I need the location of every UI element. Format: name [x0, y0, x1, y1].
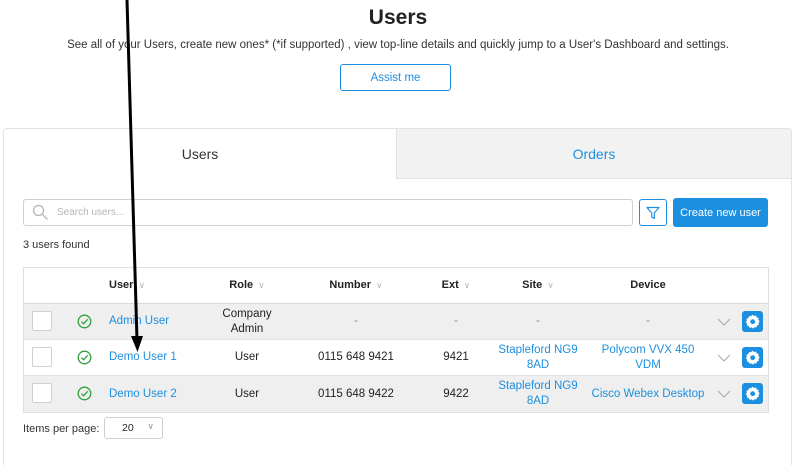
column-header-ext[interactable]: Ext ∨	[421, 268, 491, 303]
gear-icon	[745, 350, 760, 365]
items-per-page-value: 20	[122, 422, 134, 434]
page-title: Users	[368, 6, 428, 29]
assist-me-button[interactable]: Assist me	[340, 64, 451, 91]
sort-chevron-icon: ∨	[258, 280, 265, 290]
user-settings-button[interactable]	[742, 383, 763, 404]
table-row[interactable]: Demo User 1 User 0115 648 9421 9421 Stap…	[24, 340, 768, 376]
sort-chevron-icon: ∨	[547, 280, 554, 290]
search-box[interactable]	[23, 199, 633, 226]
row-checkbox[interactable]	[32, 383, 52, 403]
table-row[interactable]: Demo User 2 User 0115 648 9422 9422 Stap…	[24, 376, 768, 412]
page-subtitle: See all of your Users, create new ones* …	[67, 39, 729, 51]
table-row[interactable]: Admin User Company Admin - - - -	[24, 304, 768, 340]
device-link[interactable]: Polycom VVX 450 VDM	[598, 340, 698, 375]
number-cell: -	[354, 315, 358, 327]
check-circle-icon	[77, 314, 92, 329]
tab-users[interactable]: Users	[4, 129, 396, 179]
row-checkbox[interactable]	[32, 347, 52, 367]
filter-button[interactable]	[639, 199, 667, 226]
tab-orders[interactable]: Orders	[396, 129, 791, 179]
sort-chevron-icon: ∨	[375, 280, 383, 290]
device-link[interactable]: Cisco Webex Desktop	[590, 376, 706, 412]
row-checkbox[interactable]	[32, 311, 52, 331]
user-link[interactable]: Demo User 2	[109, 376, 209, 412]
ext-cell: 9422	[443, 387, 469, 400]
users-card: Users Orders Create new user 3 users fou…	[3, 128, 792, 465]
device-cell: -	[646, 315, 650, 327]
column-header-site[interactable]: Site ∨	[498, 268, 578, 303]
role-cell: Company Admin	[222, 307, 272, 335]
user-link[interactable]: Demo User 1	[109, 340, 209, 375]
check-circle-icon	[77, 386, 92, 401]
chevron-down-icon: ∨	[147, 421, 154, 431]
filter-icon	[646, 206, 660, 219]
user-settings-button[interactable]	[742, 311, 763, 332]
search-input[interactable]	[57, 207, 617, 218]
search-icon	[32, 204, 48, 220]
create-new-user-button[interactable]: Create new user	[673, 198, 768, 227]
site-link[interactable]: Stapleford NG9 8AD	[498, 340, 578, 375]
column-header-device: Device	[630, 279, 666, 291]
chevron-down-icon[interactable]	[717, 387, 731, 401]
sort-chevron-icon: ∨	[138, 280, 146, 290]
users-count: 3 users found	[23, 239, 90, 251]
check-circle-icon	[77, 350, 92, 365]
items-per-page-select[interactable]: 20 ∨	[104, 417, 163, 439]
ext-cell: 9421	[443, 351, 469, 363]
chevron-down-icon[interactable]	[717, 351, 731, 365]
site-cell: -	[536, 315, 540, 327]
gear-icon	[745, 314, 760, 329]
role-cell: User	[234, 387, 260, 400]
table-header: User ∨ Role ∨ Number ∨ Ext ∨ Site ∨ Device	[24, 268, 768, 304]
column-header-role[interactable]: Role ∨	[212, 268, 282, 303]
gear-icon	[745, 386, 760, 401]
user-link[interactable]: Admin User	[109, 304, 209, 339]
role-cell: User	[234, 351, 260, 363]
ext-cell: -	[454, 315, 458, 327]
site-link[interactable]: Stapleford NG9 8AD	[498, 376, 578, 412]
column-header-user[interactable]: User ∨	[109, 268, 169, 303]
column-header-number[interactable]: Number ∨	[310, 268, 402, 303]
sort-chevron-icon: ∨	[463, 280, 471, 290]
number-cell: 0115 648 9421	[318, 351, 394, 363]
chevron-down-icon[interactable]	[717, 315, 731, 329]
users-table: User ∨ Role ∨ Number ∨ Ext ∨ Site ∨ Device Ad…	[23, 267, 769, 413]
number-cell: 0115 648 9422	[318, 387, 394, 400]
items-per-page-label: Items per page:	[23, 423, 100, 435]
user-settings-button[interactable]	[742, 347, 763, 368]
tab-bar: Users Orders	[4, 129, 791, 179]
